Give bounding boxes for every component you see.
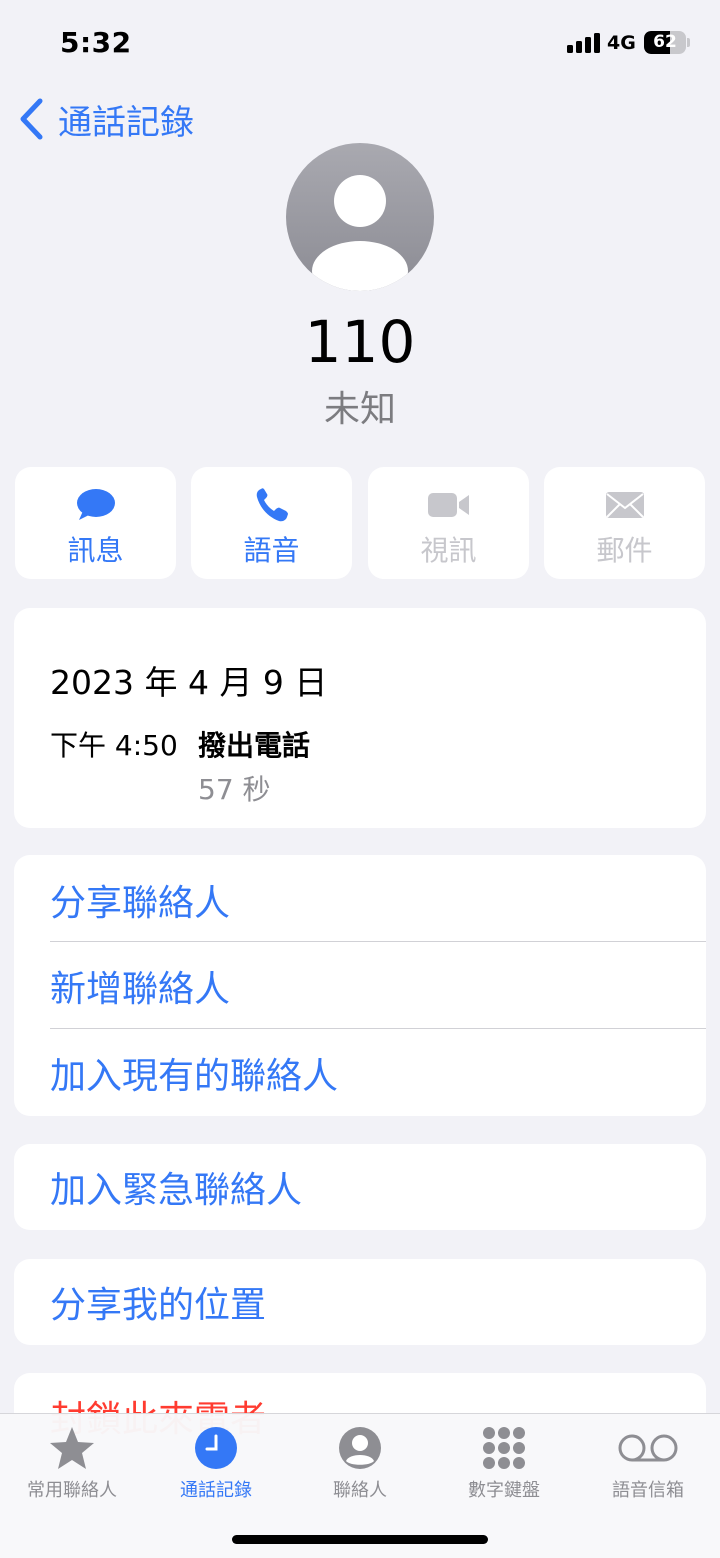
status-bar: 5:32 4G 62	[0, 0, 720, 90]
call-type: 撥出電話	[198, 729, 311, 762]
tab-favorites[interactable]: 常用聯絡人	[0, 1414, 144, 1514]
add-to-existing-contact-button[interactable]: 加入現有的聯絡人	[50, 1030, 706, 1116]
video-call-label: 視訊	[420, 534, 477, 567]
emergency-contact-card: 加入緊急聯絡人	[14, 1144, 706, 1230]
create-contact-button[interactable]: 新增聯絡人	[50, 943, 706, 1029]
chevron-left-icon	[20, 98, 43, 140]
tab-voicemail[interactable]: 語音信箱	[576, 1414, 720, 1514]
voicemail-icon	[618, 1434, 678, 1462]
share-location-button[interactable]: 分享我的位置	[50, 1259, 706, 1345]
contact-number: 110	[304, 308, 416, 376]
message-button[interactable]: 訊息	[15, 467, 176, 579]
star-icon	[50, 1427, 94, 1469]
voice-call-label: 語音	[243, 534, 300, 567]
voice-call-button[interactable]: 語音	[191, 467, 352, 579]
mail-button-label: 郵件	[596, 534, 653, 567]
call-date: 2023 年 4 月 9 日	[50, 663, 328, 702]
keypad-icon	[483, 1427, 525, 1469]
tab-recents[interactable]: 通話記錄	[144, 1414, 288, 1514]
tab-favorites-label: 常用聯絡人	[27, 1480, 117, 1501]
tab-voicemail-label: 語音信箱	[612, 1480, 684, 1501]
contact-options-card: 分享聯絡人 新增聯絡人 加入現有的聯絡人	[14, 855, 706, 1116]
clock-icon	[195, 1427, 237, 1469]
person-silhouette-icon	[312, 175, 408, 291]
person-circle-icon	[339, 1427, 381, 1469]
contact-label: 未知	[323, 389, 396, 430]
tab-keypad[interactable]: 數字鍵盤	[432, 1414, 576, 1514]
tab-contacts-label: 聯絡人	[333, 1480, 387, 1501]
status-time: 5:32	[60, 26, 132, 59]
call-duration: 57 秒	[198, 773, 271, 806]
video-call-button[interactable]: 視訊	[368, 467, 529, 579]
action-buttons: 訊息 語音 視訊 郵件	[15, 467, 705, 579]
avatar	[286, 143, 434, 291]
signal-strength-icon	[567, 33, 601, 53]
call-details-card: 2023 年 4 月 9 日 下午 4:50 撥出電話 57 秒	[14, 608, 706, 828]
battery-tip	[687, 38, 690, 47]
battery-icon: 62	[644, 31, 686, 54]
back-button[interactable]: 通話記錄	[18, 94, 194, 144]
share-contact-button[interactable]: 分享聯絡人	[50, 857, 706, 943]
call-time: 下午 4:50	[50, 729, 178, 762]
envelope-icon	[605, 492, 644, 518]
share-location-card: 分享我的位置	[14, 1259, 706, 1345]
back-label: 通話記錄	[58, 102, 194, 143]
add-emergency-contact-button[interactable]: 加入緊急聯絡人	[50, 1144, 706, 1230]
network-type: 4G	[607, 32, 636, 54]
battery-percent: 62	[653, 32, 677, 52]
message-button-label: 訊息	[67, 534, 124, 567]
divider	[50, 941, 706, 942]
video-camera-icon	[427, 493, 469, 517]
home-indicator	[232, 1535, 488, 1544]
tab-contacts[interactable]: 聯絡人	[288, 1414, 432, 1514]
tab-recents-label: 通話記錄	[180, 1480, 252, 1501]
message-bubble-icon	[76, 489, 115, 520]
divider	[50, 1028, 706, 1029]
tab-keypad-label: 數字鍵盤	[468, 1480, 540, 1501]
mail-button[interactable]: 郵件	[544, 467, 705, 579]
phone-icon	[256, 488, 288, 522]
